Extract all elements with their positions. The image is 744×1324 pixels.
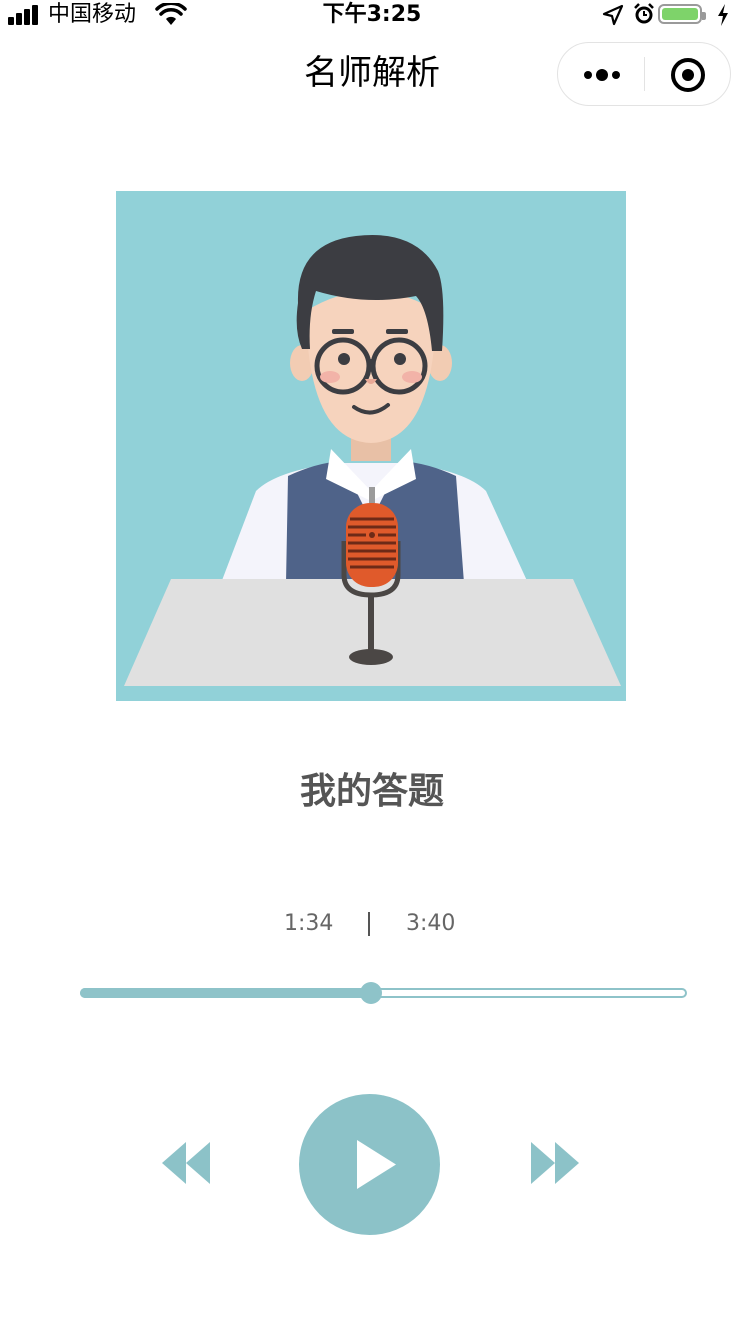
progress-slider[interactable] <box>80 982 687 1004</box>
mini-program-capsule <box>557 42 731 106</box>
fast-forward-icon <box>531 1142 579 1184</box>
charging-bolt-icon <box>718 4 728 26</box>
teacher-with-microphone-illustration <box>116 191 626 701</box>
current-time: 1:34 <box>284 911 334 936</box>
rewind-button[interactable] <box>160 1140 212 1186</box>
total-time: 3:40 <box>406 911 456 936</box>
rewind-icon <box>162 1142 210 1184</box>
progress-handle[interactable] <box>360 982 383 1004</box>
fast-forward-button[interactable] <box>529 1140 581 1186</box>
more-menu-button[interactable] <box>558 43 644 105</box>
progress-fill <box>80 988 372 998</box>
time-separator <box>368 912 370 936</box>
battery-icon <box>658 4 706 24</box>
play-button[interactable] <box>299 1094 440 1235</box>
track-title: 我的答题 <box>299 771 444 812</box>
time-display: 1:34 3:40 <box>0 906 744 942</box>
close-mini-program-button[interactable] <box>645 43 731 105</box>
target-circle-icon <box>671 58 705 92</box>
status-bar: 中国移动 下午3:25 <box>0 0 744 30</box>
play-icon <box>357 1140 396 1189</box>
alarm-icon <box>634 3 654 24</box>
more-dots-icon <box>584 69 620 81</box>
location-icon <box>602 4 624 26</box>
